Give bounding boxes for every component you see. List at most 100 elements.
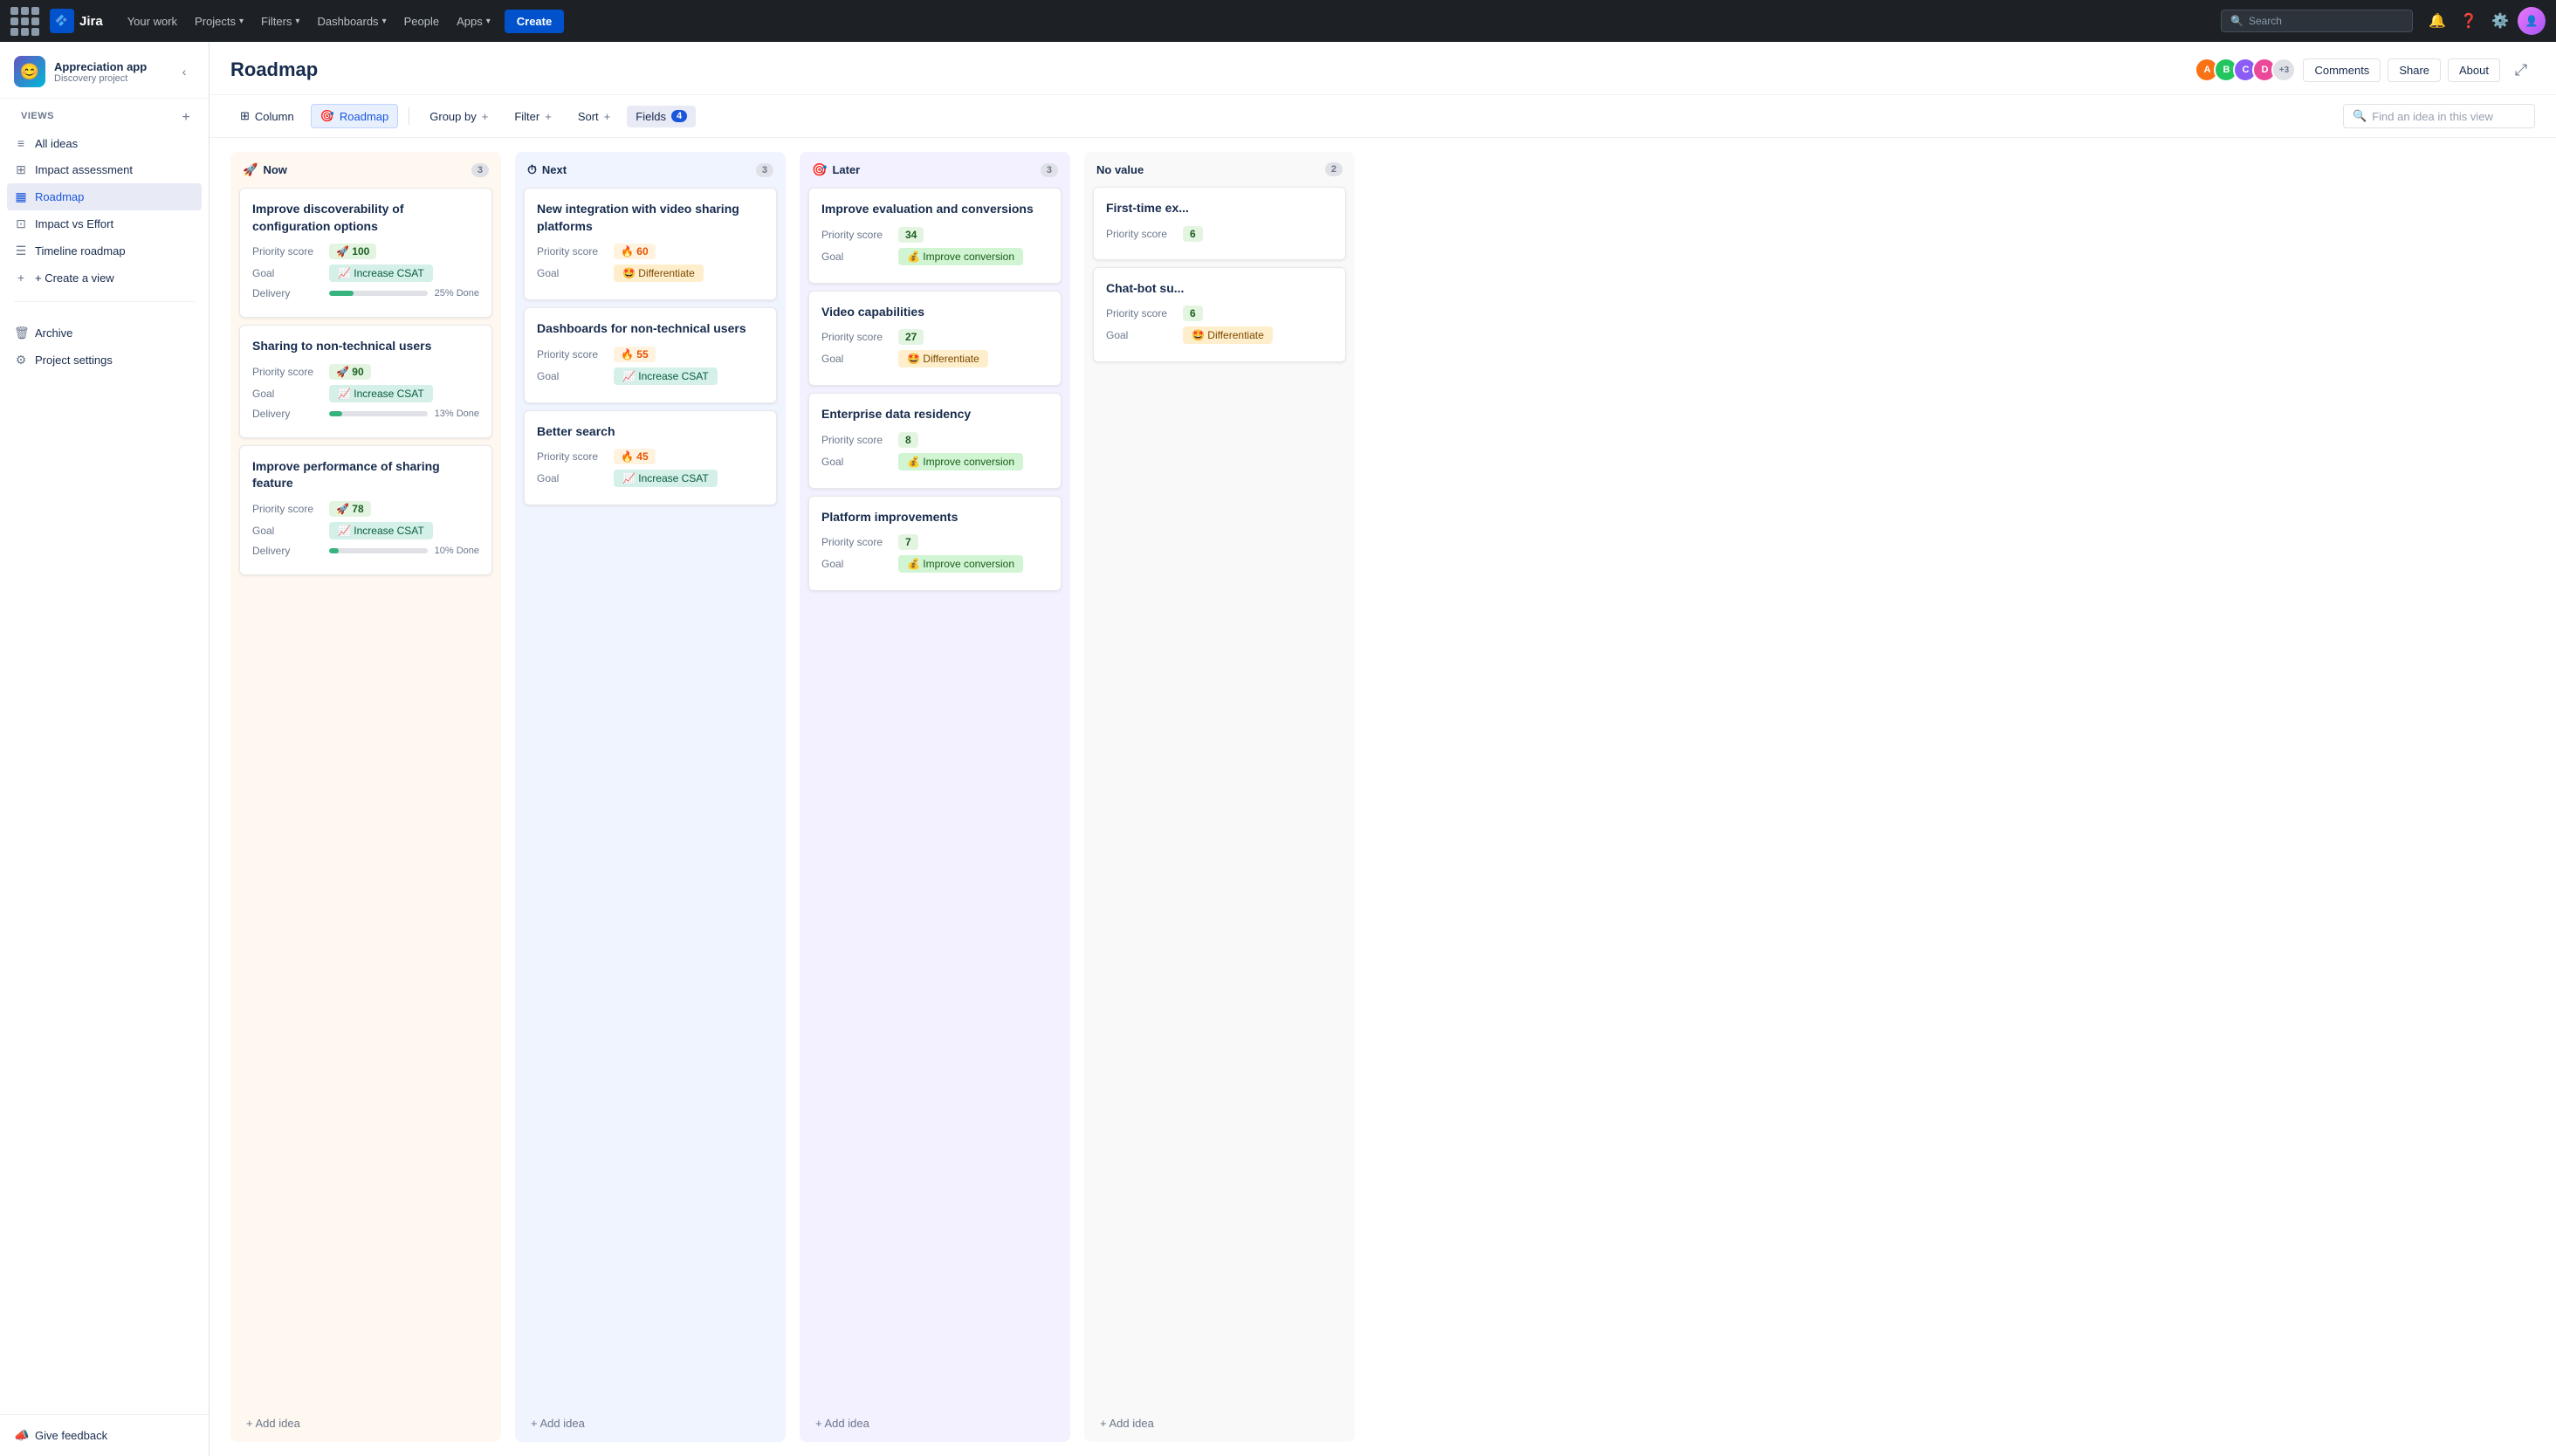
add-view-button[interactable]: +: [177, 109, 195, 127]
card-card-5[interactable]: Dashboards for non-technical usersPriori…: [524, 307, 777, 403]
goal-field: Goal📈 Increase CSAT: [252, 385, 479, 402]
collapse-sidebar-button[interactable]: ‹: [174, 61, 195, 82]
goal-badge: 🤩 Differentiate: [898, 350, 988, 367]
card-card-11[interactable]: First-time ex...Priority score6: [1093, 187, 1346, 260]
sidebar-label-roadmap: Roadmap: [35, 190, 84, 203]
roadmap-view-button[interactable]: 🎯 Roadmap: [311, 104, 399, 128]
search-icon: 🔍: [2353, 109, 2367, 123]
sidebar-item-all-ideas[interactable]: ≡ All ideas: [7, 130, 202, 156]
dashboards-nav[interactable]: Dashboards ▾: [310, 11, 393, 31]
progress-bar-fill: [329, 291, 354, 296]
jira-logo[interactable]: Jira: [50, 9, 103, 33]
goal-field: Goal🤩 Differentiate: [1106, 326, 1333, 344]
add-idea-no-value[interactable]: + Add idea: [1096, 1413, 1158, 1433]
goal-badge: 💰 Improve conversion: [898, 453, 1023, 470]
timeline-icon: ☰: [14, 244, 28, 258]
card-card-6[interactable]: Better searchPriority score🔥 45Goal📈 Inc…: [524, 410, 777, 506]
filter-button[interactable]: Filter +: [505, 105, 560, 128]
idea-search[interactable]: 🔍: [2343, 104, 2535, 128]
page-actions: A B C D +3 Comments Share About ⤢: [2195, 56, 2535, 84]
card-card-2[interactable]: Sharing to non-technical usersPriority s…: [239, 325, 492, 438]
about-button[interactable]: About: [2448, 58, 2500, 82]
card-card-1[interactable]: Improve discoverability of configuration…: [239, 188, 492, 318]
top-navigation: Jira Your work Projects ▾ Filters ▾ Dash…: [0, 0, 2556, 42]
goal-field: Goal🤩 Differentiate: [537, 264, 764, 282]
sidebar-item-impact-effort[interactable]: ⊡ Impact vs Effort: [7, 210, 202, 237]
column-icon: ⊞: [240, 109, 250, 123]
group-by-button[interactable]: Group by +: [420, 105, 498, 128]
help-button[interactable]: ❓: [2455, 7, 2483, 35]
card-card-12[interactable]: Chat-bot su...Priority score6Goal🤩 Diffe…: [1093, 267, 1346, 363]
jira-icon: [50, 9, 74, 33]
views-section: VIEWS + ≡ All ideas ⊞ Impact assessment …: [0, 99, 209, 294]
priority-score-field: Priority score34: [821, 227, 1048, 243]
create-view-button[interactable]: + + Create a view: [7, 264, 202, 291]
card-card-7[interactable]: Improve evaluation and conversionsPriori…: [808, 188, 1062, 284]
col-cards-no-value: First-time ex...Priority score6Chat-bot …: [1084, 183, 1355, 1404]
share-button[interactable]: Share: [2388, 58, 2441, 82]
sidebar-item-roadmap[interactable]: ▦ Roadmap: [7, 183, 202, 210]
projects-nav[interactable]: Projects ▾: [188, 11, 251, 31]
expand-button[interactable]: ⤢: [2507, 56, 2535, 84]
apps-grid-icon[interactable]: [10, 7, 39, 36]
sort-button[interactable]: Sort +: [568, 105, 620, 128]
user-avatar[interactable]: 👤: [2518, 7, 2546, 35]
sidebar-item-impact-assessment[interactable]: ⊞ Impact assessment: [7, 156, 202, 183]
priority-score-field: Priority score🔥 45: [537, 449, 764, 464]
fields-button[interactable]: Fields 4: [627, 106, 696, 127]
add-idea-next[interactable]: + Add idea: [527, 1413, 588, 1433]
settings-icon: ⚙: [14, 353, 28, 367]
feedback-label: Give feedback: [35, 1429, 107, 1442]
people-nav[interactable]: People: [397, 11, 446, 31]
avatar-count: +3: [2271, 58, 2296, 82]
goal-field: Goal📈 Increase CSAT: [537, 367, 764, 385]
column-button[interactable]: ⊞ Column: [230, 104, 304, 128]
create-button[interactable]: Create: [505, 10, 564, 33]
priority-score-badge: 🚀 78: [329, 501, 371, 517]
sidebar-item-project-settings[interactable]: ⚙ Project settings: [7, 347, 202, 374]
comments-button[interactable]: Comments: [2303, 58, 2381, 82]
card-card-3[interactable]: Improve performance of sharing featurePr…: [239, 445, 492, 575]
give-feedback-button[interactable]: 📣 Give feedback: [7, 1422, 202, 1449]
col-label-text-now: Now: [263, 163, 286, 176]
card-card-8[interactable]: Video capabilitiesPriority score27Goal🤩 …: [808, 291, 1062, 387]
sidebar-item-archive[interactable]: 🗑 Archive: [7, 319, 202, 347]
progress-bar-fill: [329, 548, 339, 553]
goal-field: Goal💰 Improve conversion: [821, 453, 1048, 470]
card-title: Better search: [537, 423, 764, 441]
search-box[interactable]: 🔍 Search: [2221, 10, 2413, 32]
card-card-4[interactable]: New integration with video sharing platf…: [524, 188, 777, 300]
sidebar-item-timeline[interactable]: ☰ Timeline roadmap: [7, 237, 202, 264]
card-title: Video capabilities: [821, 304, 1048, 321]
sort-plus-icon: +: [604, 110, 611, 123]
add-idea-now[interactable]: + Add idea: [243, 1413, 304, 1433]
search-icon: 🔍: [2230, 15, 2243, 27]
idea-search-input[interactable]: [2372, 110, 2525, 123]
card-title: Improve discoverability of configuration…: [252, 201, 479, 235]
notifications-button[interactable]: 🔔: [2423, 7, 2451, 35]
add-idea-later[interactable]: + Add idea: [812, 1413, 873, 1433]
col-label-text-no-value: No value: [1096, 163, 1144, 176]
your-work-nav[interactable]: Your work: [120, 11, 184, 31]
goal-badge: 📈 Increase CSAT: [329, 385, 433, 402]
column-next: ⏱Next3New integration with video sharing…: [515, 152, 786, 1442]
column-later: 🎯Later3Improve evaluation and conversion…: [800, 152, 1070, 1442]
toolbar: ⊞ Column 🎯 Roadmap Group by + Filter + S…: [210, 95, 2556, 138]
main-content: Roadmap A B C D +3 Comments Share About …: [210, 42, 2556, 1456]
delivery-field: Delivery10% Done: [252, 545, 479, 557]
apps-nav[interactable]: Apps ▾: [450, 11, 498, 31]
filters-nav[interactable]: Filters ▾: [254, 11, 306, 31]
goal-field: Goal💰 Improve conversion: [821, 248, 1048, 265]
priority-score-field: Priority score🚀 100: [252, 244, 479, 259]
column-header-now: 🚀Now3: [230, 152, 501, 184]
priority-score-field: Priority score🚀 90: [252, 364, 479, 380]
card-card-9[interactable]: Enterprise data residencyPriority score8…: [808, 393, 1062, 489]
project-settings-label: Project settings: [35, 354, 113, 367]
card-title: Enterprise data residency: [821, 406, 1048, 423]
roadmap-icon: ▦: [14, 189, 28, 204]
card-card-10[interactable]: Platform improvementsPriority score7Goal…: [808, 496, 1062, 592]
col-count-no-value: 2: [1325, 162, 1343, 176]
settings-button[interactable]: ⚙️: [2486, 7, 2514, 35]
project-type: Discovery project: [54, 73, 147, 84]
priority-score-field: Priority score🔥 60: [537, 244, 764, 259]
